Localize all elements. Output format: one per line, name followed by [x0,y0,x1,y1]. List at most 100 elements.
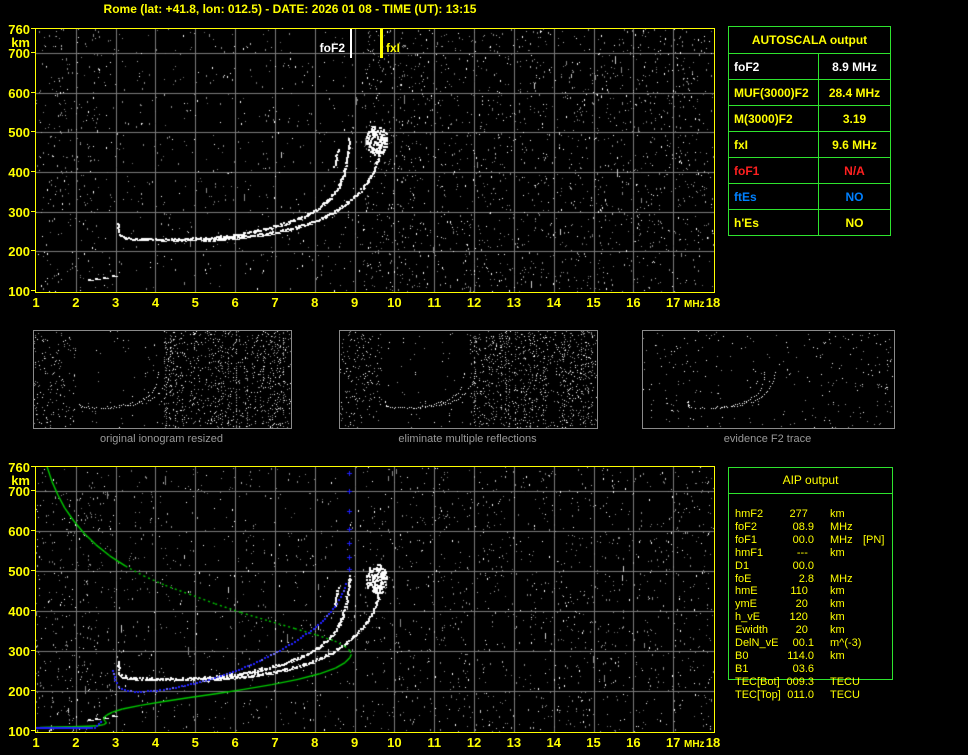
aip-unit: km [830,624,845,637]
fxi-marker-line [380,29,383,58]
x-axis-tick-label: 8 [311,295,319,310]
x-axis-tick-label: 10 [387,295,402,310]
y-axis-tick [31,730,35,731]
x-axis-tick-label: 1 [32,735,40,750]
aip-row: Ewidth 20 km [729,624,892,637]
y-axis-tick [31,131,35,133]
aip-unit: m^(-3) [830,637,862,649]
x-axis-tick-label: 9 [350,735,359,750]
x-axis-tick-label: 15 [586,295,601,310]
aip-param: B0 [735,649,749,662]
x-axis-tick-label: 18 [705,735,721,750]
x-axis-tick-label: 16 [626,735,641,750]
aip-unit: km [830,649,845,662]
autoscala-output-panel: AUTOSCALA output foF2 8.9 MHz MUF(3000)F… [728,26,891,236]
aip-row: h_vE 120 km [729,611,892,624]
autoscala-value: 8.9 MHz [818,53,891,80]
thumbnail-original-canvas [34,331,291,428]
y-axis-tick [31,490,35,491]
thumbnail-reflections-canvas [340,331,597,428]
x-axis-unit-label: MHz [684,299,705,310]
x-axis-tick-label: 8 [311,735,319,750]
aip-row: hmF2 277 km [729,508,892,521]
y-axis-tick-label: 400 [8,604,30,619]
aip-unit: km [830,611,845,624]
aip-value: 03.6 [792,662,814,675]
thumbnail-f2-canvas [643,331,894,428]
y-axis-tick-label: 200 [8,244,30,260]
x-axis-tick-label: 16 [626,295,641,310]
aip-value: 120 [789,611,814,624]
y-axis-tick [31,210,35,212]
x-axis-tick-label: 1 [32,295,40,310]
autoscala-value: NO [818,209,891,236]
aip-unit: MHz [830,520,853,533]
aip-row: B1 03.6 [729,663,892,676]
y-axis-tick-label: 500 [8,125,30,141]
aip-param: hmE [735,585,758,598]
x-axis-tick-label: 5 [191,735,199,750]
thumbnail-f2-trace [642,330,895,429]
main-ionogram-plot: foF2 fxI [35,28,715,293]
x-axis-tick-label: 15 [586,735,601,750]
aip-row: foF1 00.0 MHz [PN] [729,534,892,547]
aip-param: foE [735,572,752,585]
aip-row: D1 00.0 [729,560,892,573]
y-axis-tick-label: 100 [8,284,30,299]
main-ionogram-canvas [36,29,714,292]
x-axis-tick-label: 3 [112,295,120,310]
x-axis-tick-label: 4 [151,735,160,750]
x-axis-tick-label: 13 [506,735,522,750]
autoscala-param: ftEs [728,183,819,210]
aip-unit: km [830,508,845,520]
thumbnail-caption-f2: evidence F2 trace [723,433,812,445]
aip-header: AIP output [729,468,892,494]
y-axis-tick [31,650,35,651]
aip-row: DelN_vE 00.1 m^(-3) [729,637,892,650]
y-axis-tick-label: 300 [8,204,30,220]
x-axis-tick-label: 14 [546,735,561,750]
y-axis-tick-label: 300 [8,644,30,659]
autoscala-param: M(3000)F2 [728,105,819,132]
y-axis-tick-label: 600 [8,524,30,539]
y-axis-unit-label: km [11,473,30,488]
fof2-marker-line [350,29,352,58]
x-axis-tick-label: 4 [151,295,160,310]
autoscala-value: 3.19 [818,105,891,132]
aip-unit: MHz [830,533,853,546]
x-axis-unit-label: MHz [684,739,705,750]
aip-param: Ewidth [735,624,769,637]
aip-param: foF1 [735,533,758,546]
y-axis-tick [31,530,35,531]
aip-value: --- [796,546,814,559]
x-axis-tick-label: 10 [387,735,402,750]
profile-ionogram-plot [35,466,715,733]
x-axis-tick-label: 3 [112,735,120,750]
autoscala-param: MUF(3000)F2 [728,79,819,106]
x-axis-tick-label: 17 [665,295,681,310]
autoscala-value: N/A [818,157,891,184]
aip-row: hmE 110 km [729,585,892,598]
x-axis-tick-label: 14 [546,295,561,310]
x-axis-tick-label: 6 [231,295,239,310]
aip-param: D1 [735,559,750,572]
autoscala-param: foF2 [728,53,819,80]
x-axis-tick-label: 9 [350,295,359,310]
autoscala-param: h'Es [728,209,819,236]
y-axis-tick [31,610,35,611]
station-title: Rome (lat: +41.8, lon: 012.5) - DATE: 20… [103,2,477,16]
x-axis-tick-label: 6 [231,735,239,750]
aip-value: 277 [789,508,814,520]
y-axis-tick [31,28,35,29]
x-axis-tick-label: 7 [271,295,279,310]
aip-value: 00.0 [792,533,814,546]
aip-unit: km [830,546,845,559]
y-axis-tick [31,170,35,172]
y-axis-unit-label: km [11,35,30,50]
aip-unit: MHz [830,572,853,585]
aip-unit: TECU [830,688,860,701]
fxi-marker-label: fxI [386,41,401,55]
x-axis-tick-label: 2 [72,295,80,310]
x-axis-tick-label: 11 [427,735,442,750]
y-axis-tick [31,290,35,291]
